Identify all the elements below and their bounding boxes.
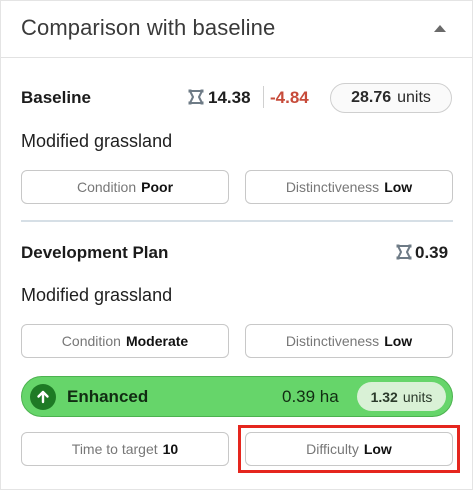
condition-label: Condition (76, 179, 137, 195)
distinctiveness-value: Low (384, 333, 413, 349)
enhanced-label: Enhanced (67, 387, 149, 406)
condition-label: Condition (61, 333, 121, 349)
baseline-title: Baseline (21, 88, 91, 107)
baseline-distinctiveness-chip[interactable]: Distinctiveness Low (245, 170, 453, 204)
chevron-up-icon[interactable] (434, 25, 446, 32)
development-habitat-name: Modified grassland (21, 285, 173, 305)
baseline-units-value: 28.76 (351, 89, 392, 106)
baseline-change-value: -4.84 (270, 88, 309, 107)
condition-value: Moderate (125, 333, 189, 349)
baseline-units-pill: 28.76 units (330, 83, 452, 113)
development-distinctiveness-chip[interactable]: Distinctiveness Low (245, 324, 453, 358)
comparison-panel: Comparison with baseline Baseline 14.38 … (0, 0, 473, 490)
area-icon (188, 89, 204, 105)
panel-title: Comparison with baseline (21, 15, 276, 40)
arrow-up-icon (30, 384, 56, 410)
baseline-units-label: units (397, 89, 431, 106)
difficulty-highlight-box (238, 425, 460, 473)
time-to-target-chip[interactable]: Time to target 10 (21, 432, 229, 466)
panel-header[interactable]: Comparison with baseline (1, 1, 472, 58)
value-separator (263, 86, 264, 108)
enhanced-units-pill: 1.32 units (357, 382, 446, 411)
enhanced-units-label: units (402, 388, 433, 405)
area-icon (396, 244, 412, 260)
baseline-habitat-name: Modified grassland (21, 131, 173, 151)
baseline-condition-chip[interactable]: Condition Poor (21, 170, 229, 204)
development-condition-chip[interactable]: Condition Moderate (21, 324, 229, 358)
distinctiveness-label: Distinctiveness (285, 333, 380, 349)
distinctiveness-value: Low (384, 179, 413, 195)
enhanced-area: 0.39 ha (282, 387, 339, 406)
time-to-target-value: 10 (162, 441, 179, 457)
distinctiveness-label: Distinctiveness (285, 179, 380, 195)
development-area-value: 0.39 (415, 243, 449, 262)
condition-value: Poor (141, 179, 174, 195)
section-divider (21, 220, 453, 222)
development-plan-title: Development Plan (21, 243, 169, 262)
baseline-area-value: 14.38 (208, 88, 251, 107)
enhanced-units-value: 1.32 (370, 388, 398, 405)
time-to-target-label: Time to target (71, 441, 158, 457)
enhanced-status-bar[interactable]: Enhanced 0.39 ha 1.32 units (21, 376, 453, 417)
